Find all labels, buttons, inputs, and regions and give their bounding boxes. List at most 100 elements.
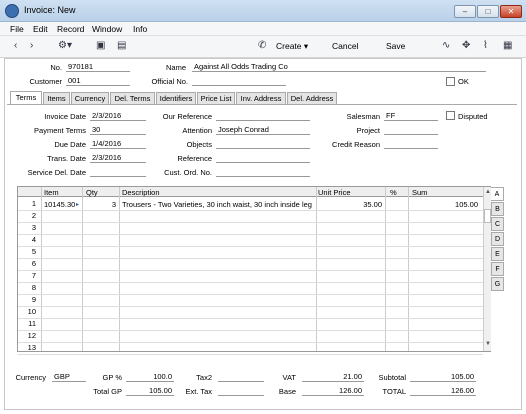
currency-label: Currency [15, 373, 46, 382]
row-divider [18, 258, 483, 259]
side-tab-a[interactable]: A [491, 187, 504, 201]
cancel-button[interactable]: Cancel [332, 41, 358, 51]
official-no-label: Official No. [151, 77, 188, 86]
create-label: Create [276, 41, 302, 51]
payment-terms-field[interactable]: 30 [90, 125, 146, 135]
subtotal-field[interactable]: 105.00 [410, 372, 476, 382]
total-label: TOTAL [382, 387, 406, 396]
gp-percent-field[interactable]: 100.0 [126, 372, 174, 382]
row-divider [18, 282, 483, 283]
menu-window[interactable]: Window [92, 24, 122, 34]
row-divider [18, 234, 483, 235]
grid-col-divider [316, 187, 317, 351]
menu-file[interactable]: File [10, 24, 24, 34]
row1-sum[interactable]: 105.00 [412, 199, 478, 211]
row-number: 6 [31, 259, 36, 268]
row-divider [18, 354, 483, 355]
row-divider [18, 306, 483, 307]
total-field[interactable]: 126.00 [410, 386, 476, 396]
total-gp-field[interactable]: 105.00 [126, 386, 174, 396]
service-del-date-field[interactable] [90, 167, 146, 177]
briefcase-icon[interactable]: ▦ [503, 40, 512, 51]
chart-icon[interactable]: ∿ [442, 40, 450, 51]
base-field[interactable]: 126.00 [302, 386, 364, 396]
cust-ord-no-label: Cust. Ord. No. [164, 168, 212, 177]
menu-edit[interactable]: Edit [33, 24, 48, 34]
ext-tax-field[interactable] [218, 386, 264, 396]
vat-field[interactable]: 21.00 [302, 372, 364, 382]
disputed-checkbox[interactable] [446, 111, 455, 120]
invoice-date-field[interactable]: 2/3/2016 [90, 111, 146, 121]
grid-col-divider [119, 187, 120, 351]
row-number: 13 [27, 343, 36, 352]
tab-terms[interactable]: Terms [10, 91, 42, 105]
save-button[interactable]: Save [386, 41, 405, 51]
row-divider [18, 342, 483, 343]
row-number: 2 [31, 211, 36, 220]
items-grid[interactable]: Item Qty Description Unit Price % Sum 12… [17, 186, 491, 355]
col-qty-header: Qty [86, 188, 98, 197]
customer-field[interactable]: 001 [66, 76, 130, 86]
side-tab-c[interactable]: C [491, 217, 504, 231]
attention-field[interactable]: Joseph Conrad [216, 125, 310, 135]
no-field[interactable]: 970181 [66, 62, 130, 72]
official-no-field[interactable] [192, 76, 286, 86]
menu-record[interactable]: Record [57, 24, 84, 34]
col-description-header: Description [122, 188, 160, 197]
ok-checkbox[interactable] [446, 77, 455, 86]
attachment-icon[interactable]: ⌇ [483, 40, 488, 51]
print-preview-icon[interactable]: ▤ [117, 40, 126, 51]
our-reference-field[interactable] [216, 111, 310, 121]
reference-field[interactable] [216, 153, 310, 163]
side-tab-f[interactable]: F [491, 262, 504, 276]
currency-field[interactable]: GBP [52, 372, 86, 382]
side-tab-d[interactable]: D [491, 232, 504, 246]
project-label: Project [356, 126, 380, 135]
salesman-field[interactable]: FF [384, 111, 438, 121]
payment-terms-label: Payment Terms [34, 126, 86, 135]
menu-info[interactable]: Info [133, 24, 147, 34]
tax2-field[interactable] [218, 372, 264, 382]
row1-unit-price[interactable]: 35.00 [318, 199, 382, 211]
salesman-label: Salesman [346, 112, 380, 121]
row1-qty[interactable]: 3 [84, 199, 116, 211]
print-icon[interactable]: ▣ [96, 40, 105, 51]
forward-icon[interactable]: › [30, 40, 33, 51]
scroll-thumb[interactable] [484, 209, 491, 223]
grid-col-divider [82, 187, 83, 351]
vat-label: VAT [282, 373, 296, 382]
cust-ord-no-field[interactable] [216, 167, 310, 177]
gear-icon[interactable]: ⚙▾ [58, 40, 72, 51]
maximize-button[interactable]: □ [477, 5, 499, 18]
row-number: 11 [28, 319, 36, 328]
title-bar [0, 0, 526, 22]
minimize-button[interactable]: – [454, 5, 476, 18]
grid-scrollbar[interactable]: ▲ ▼ [483, 187, 491, 351]
row1-description[interactable]: Trousers - Two Varieties, 30 inch waist,… [122, 199, 316, 211]
side-tab-b[interactable]: B [491, 202, 504, 216]
objects-field[interactable] [216, 139, 310, 149]
row-number: 12 [27, 331, 36, 340]
trans-date-field[interactable]: 2/3/2016 [90, 153, 146, 163]
credit-reason-field[interactable] [384, 139, 438, 149]
back-icon[interactable]: ‹ [14, 40, 17, 51]
subtotal-label: Subtotal [378, 373, 406, 382]
app-icon [5, 4, 19, 18]
close-button[interactable]: ✕ [500, 5, 522, 18]
tab-divider [7, 104, 517, 105]
create-button[interactable]: Create ▾ [276, 41, 308, 52]
scroll-down-icon[interactable]: ▼ [485, 341, 491, 347]
row-divider [18, 222, 483, 223]
phone-icon[interactable]: ✆ [258, 40, 266, 51]
ext-tax-label: Ext. Tax [185, 387, 212, 396]
row-number: 7 [31, 271, 36, 280]
due-date-field[interactable]: 1/4/2016 [90, 139, 146, 149]
col-unit-price-header: Unit Price [318, 188, 351, 197]
expand-icon[interactable]: ✥ [462, 40, 470, 51]
side-tab-e[interactable]: E [491, 247, 504, 261]
side-tab-g[interactable]: G [491, 277, 504, 291]
project-field[interactable] [384, 125, 438, 135]
name-field[interactable]: Against All Odds Trading Co [192, 62, 486, 72]
grid-col-divider [41, 187, 42, 351]
paste-special-icon[interactable]: ▸ [76, 201, 79, 208]
